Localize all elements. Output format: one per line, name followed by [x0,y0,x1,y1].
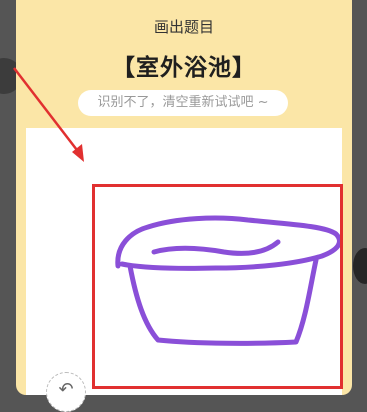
annotation-arrow-icon [13,67,84,162]
